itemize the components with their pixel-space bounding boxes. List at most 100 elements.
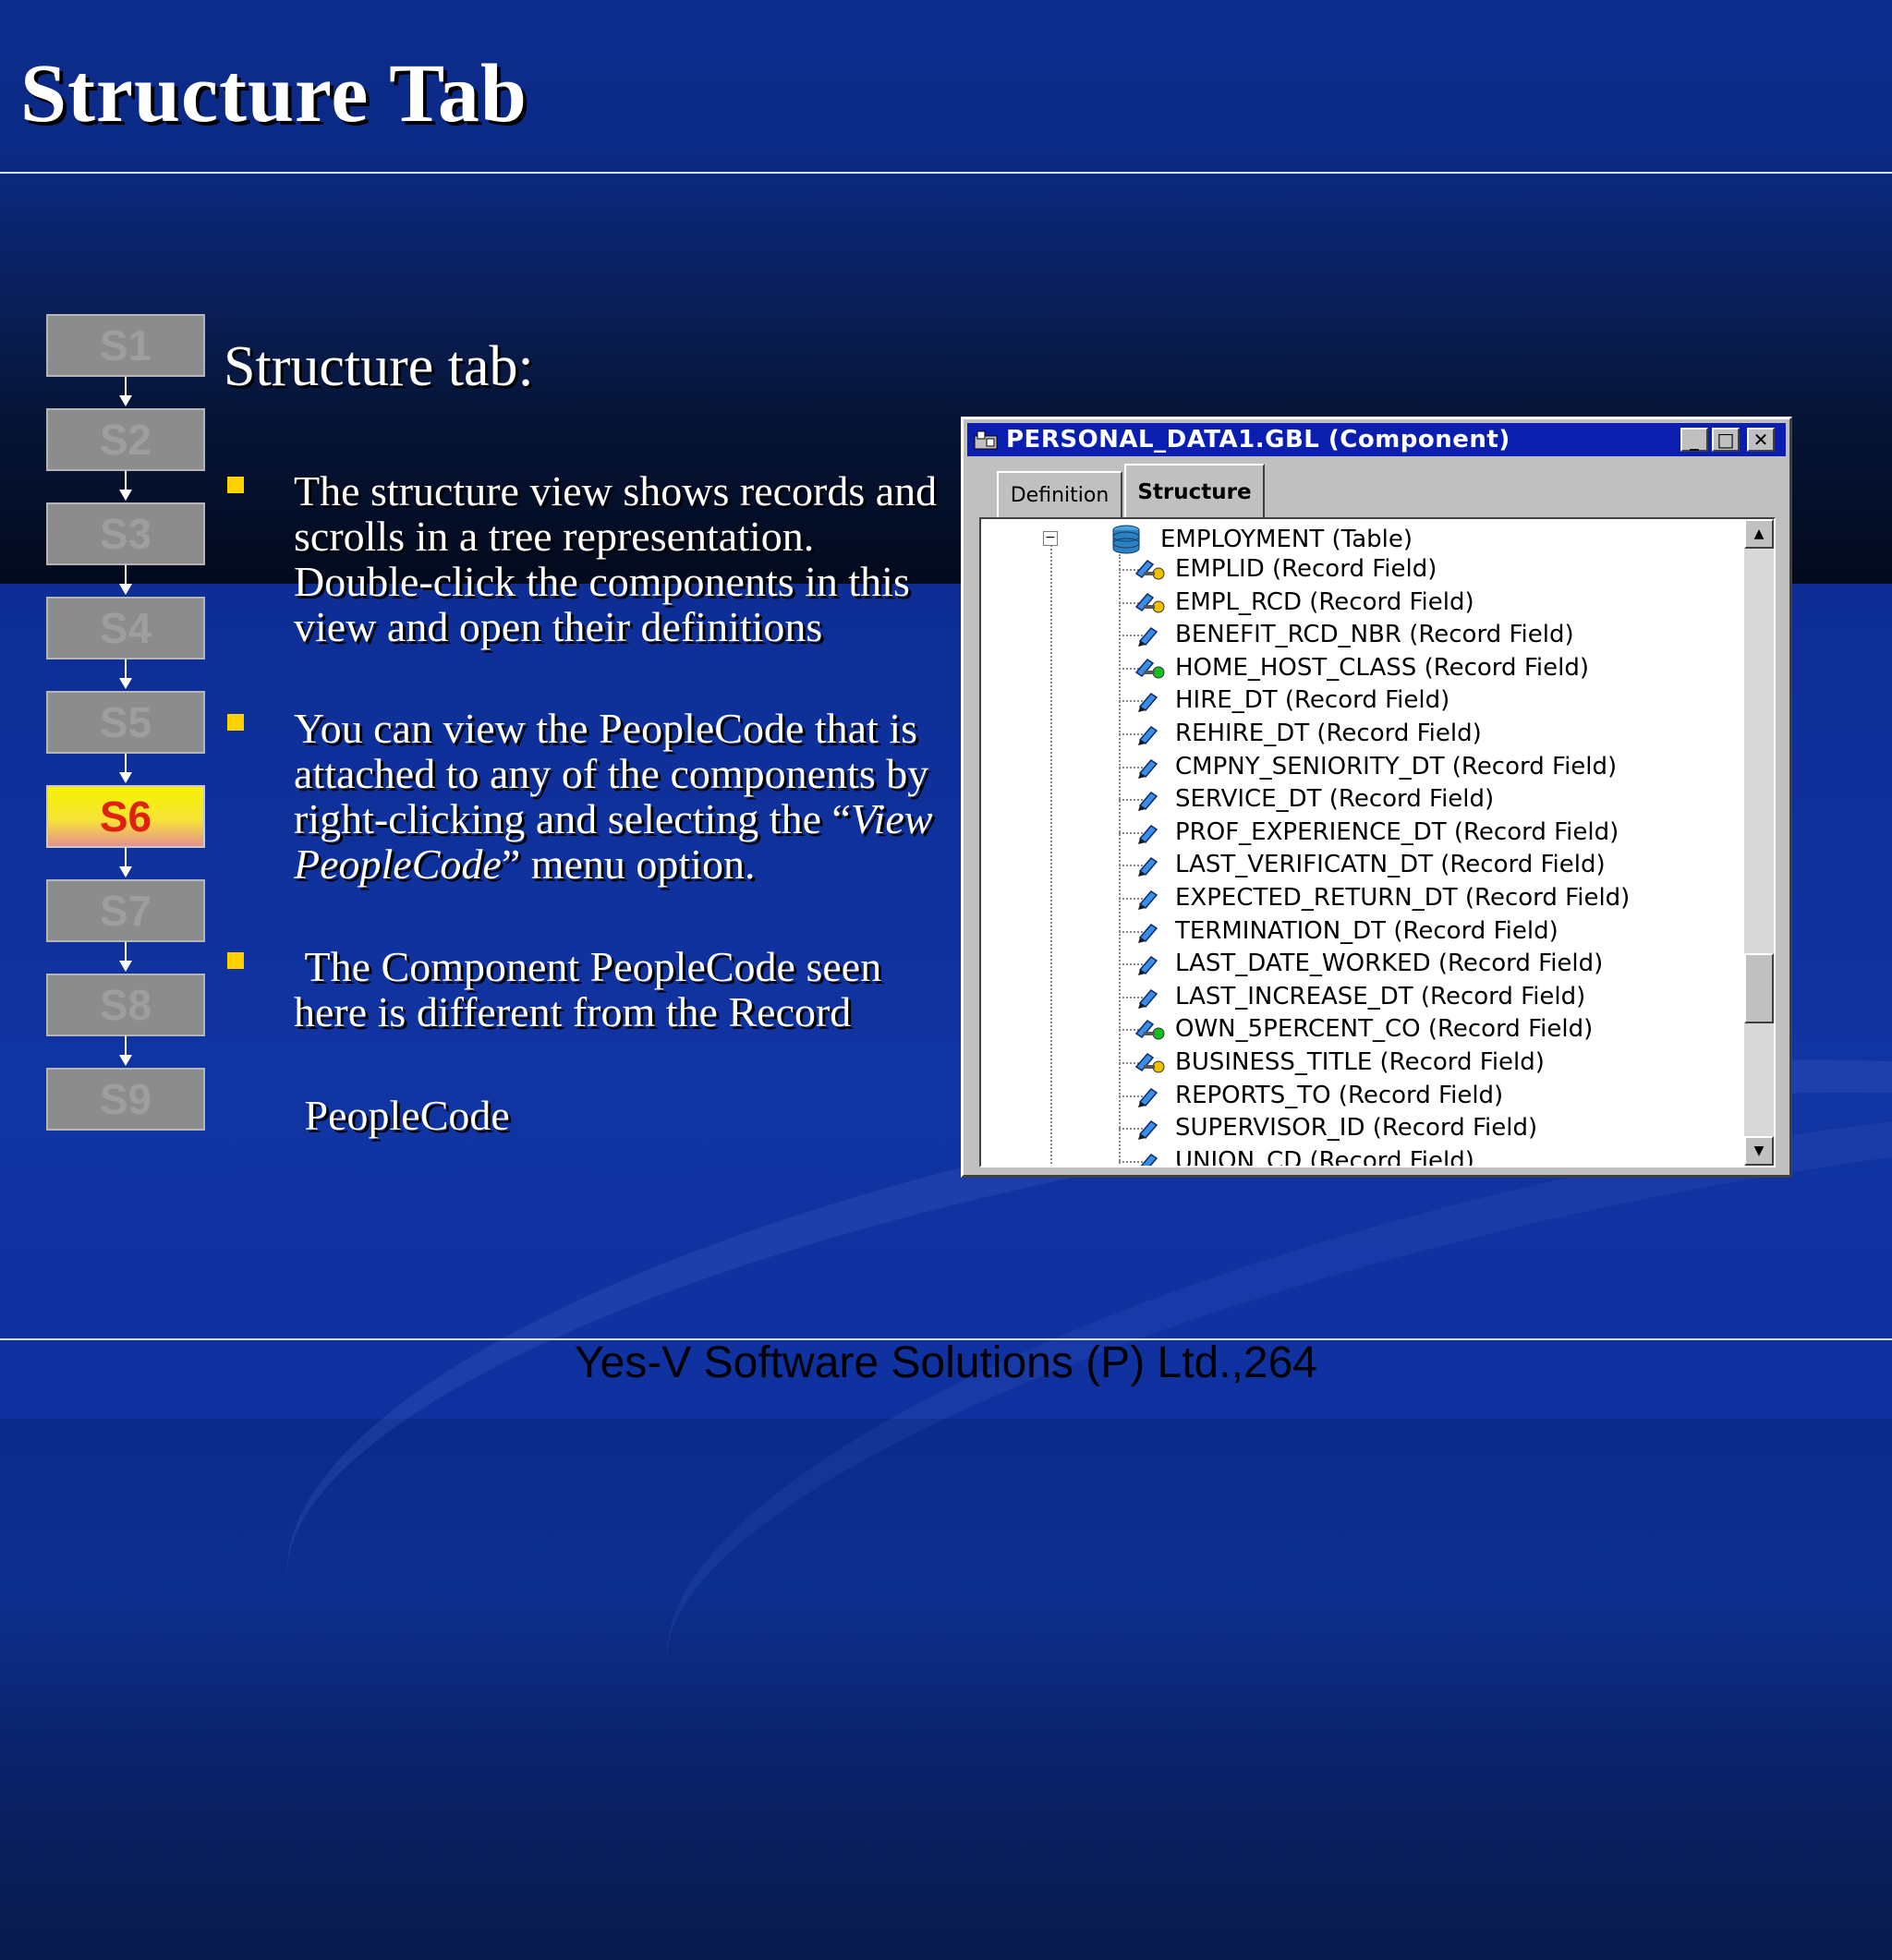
key-field-green-icon [1127,1015,1168,1043]
record-field-icon [1127,785,1168,813]
step-s9[interactable]: S9 [46,1068,205,1131]
tree-item-record-field[interactable]: REHIRE_DT (Record Field) [1138,718,1482,749]
tree-item-record-field[interactable]: HOME_HOST_CLASS (Record Field) [1134,652,1589,684]
slide-title: Structure Tab [20,48,528,139]
record-field-icon [1127,950,1168,977]
tree-item-label: LAST_VERIFICATN_DT (Record Field) [1175,851,1606,879]
tree-item-record-field[interactable]: HIRE_DT (Record Field) [1138,684,1449,716]
step-s6-active[interactable]: S6 [46,785,205,848]
step-arrow-icon [119,772,132,783]
tree-item-record-field[interactable]: OWN_5PERCENT_CO (Record Field) [1134,1013,1594,1045]
step-s5[interactable]: S5 [46,691,205,754]
key-field-icon [1127,1048,1168,1076]
tree-item-label: REPORTS_TO (Record Field) [1175,1081,1504,1109]
bullet-text-line: The Component PeopleCode seen here is di… [294,943,892,1035]
step-connector [125,377,127,397]
maximize-button[interactable]: □ [1712,428,1740,452]
tree-item-record-field[interactable]: BENEFIT_RCD_NBR (Record Field) [1138,619,1574,650]
tree-item-label: HOME_HOST_CLASS (Record Field) [1175,653,1589,682]
step-s2[interactable]: S2 [46,408,205,471]
record-field-icon [1127,720,1168,747]
bullet-marker [227,952,244,969]
scroll-down-button[interactable]: ▼ [1744,1136,1774,1166]
step-s7[interactable]: S7 [46,879,205,942]
step-connector [125,1036,127,1057]
step-s1[interactable]: S1 [46,314,205,377]
step-arrow-icon [119,866,132,877]
tree-item-record-field[interactable]: EXPECTED_RETURN_DT (Record Field) [1138,882,1630,913]
tree-item-record-field[interactable]: PROF_EXPERIENCE_DT (Record Field) [1138,817,1619,848]
record-field-icon [1127,884,1168,912]
step-s8[interactable]: S8 [46,974,205,1036]
step-connector [125,659,127,680]
step-s3[interactable]: S3 [46,502,205,565]
bullet-marker [227,477,244,493]
tree-guide-line [1050,545,1052,1164]
window-titlebar[interactable]: PERSONAL_DATA1.GBL (Component) _ □ ✕ [967,423,1786,456]
tree-item-record-field[interactable]: SUPERVISOR_ID (Record Field) [1138,1112,1538,1143]
key-field-icon [1127,555,1168,583]
tree-item-label: REHIRE_DT (Record Field) [1175,720,1482,747]
bullet-text-start: You can view the PeopleCode that is atta… [294,705,929,842]
tree-item-record-field[interactable]: EMPL_RCD (Record Field) [1134,587,1474,618]
step-arrow-icon [119,961,132,972]
component-icon [973,429,1001,451]
tree-item-label: SUPERVISOR_ID (Record Field) [1175,1114,1538,1143]
bullet-text-continuation: PeopleCode [294,1092,510,1139]
record-field-icon [1127,851,1168,878]
step-connector [125,471,127,491]
tree-item-record-field[interactable]: LAST_DATE_WORKED (Record Field) [1138,948,1604,979]
record-field-icon [1127,621,1168,648]
tree-root-employment[interactable]: EMPLOYMENT (Table) [1110,523,1413,556]
tree-item-label: LAST_INCREASE_DT (Record Field) [1175,982,1586,1010]
scroll-up-button[interactable]: ▲ [1744,519,1774,549]
database-icon [1112,525,1140,554]
tree-item-record-field[interactable]: LAST_VERIFICATN_DT (Record Field) [1138,849,1606,880]
tree-item-label: BENEFIT_RCD_NBR (Record Field) [1175,621,1574,649]
tree-item-label: OWN_5PERCENT_CO (Record Field) [1175,1015,1594,1044]
record-field-icon [1127,1114,1168,1142]
bullet-marker [227,714,244,731]
record-field-icon [1127,1147,1168,1166]
tree-item-record-field[interactable]: REPORTS_TO (Record Field) [1138,1080,1504,1111]
tree-item-record-field[interactable]: EMPLID (Record Field) [1134,553,1437,585]
bullet-text-end: ” menu option. [501,841,756,888]
tab-structure[interactable]: Structure [1124,464,1265,519]
tab-definition[interactable]: Definition [997,471,1122,517]
scroll-thumb[interactable] [1744,953,1774,1023]
collapse-toggle[interactable]: − [1043,531,1058,546]
tree-item-label: TERMINATION_DT (Record Field) [1175,916,1558,945]
title-divider [0,172,1892,174]
tree-item-record-field[interactable]: TERMINATION_DT (Record Field) [1138,915,1558,947]
close-button[interactable]: ✕ [1747,428,1775,452]
tree-item-label: UNION_CD (Record Field) [1175,1146,1474,1168]
tree-item-record-field[interactable]: CMPNY_SENIORITY_DT (Record Field) [1138,751,1618,782]
bullet-text: The Component PeopleCode seen here is di… [294,944,959,1034]
window-title: PERSONAL_DATA1.GBL (Component) [1006,426,1510,454]
tree-item-label: PROF_EXPERIENCE_DT (Record Field) [1175,817,1619,846]
tree-item-label: EMPL_RCD (Record Field) [1175,587,1474,616]
footer-text: Yes-V Software Solutions (P) Ltd.,264 [575,1338,1317,1387]
tree-item-label: BUSINESS_TITLE (Record Field) [1175,1048,1545,1076]
vertical-scrollbar[interactable]: ▲ ▼ [1744,519,1774,1166]
tree-item-label: LAST_DATE_WORKED (Record Field) [1175,950,1604,978]
record-field-icon [1127,818,1168,846]
component-window: PERSONAL_DATA1.GBL (Component) _ □ ✕ Def… [961,417,1792,1178]
step-arrow-icon [119,1055,132,1066]
structure-tree: − EMPLOYMENT (Table) EMPLID (Record Fiel… [979,517,1776,1168]
tree-item-label: EMPLID (Record Field) [1175,555,1437,583]
tree-item-record-field[interactable]: LAST_INCREASE_DT (Record Field) [1138,981,1586,1012]
tree-item-label: CMPNY_SENIORITY_DT (Record Field) [1175,752,1618,780]
tree-item-record-field[interactable]: SERVICE_DT (Record Field) [1138,783,1495,815]
tree-item-record-field[interactable]: UNION_CD (Record Field) [1140,1145,1474,1168]
step-s4[interactable]: S4 [46,597,205,659]
tree-root-label: EMPLOYMENT (Table) [1160,526,1413,553]
record-field-icon [1127,753,1168,780]
minimize-button[interactable]: _ [1680,428,1708,452]
tree-item-record-field[interactable]: BUSINESS_TITLE (Record Field) [1134,1047,1545,1078]
key-field-green-icon [1127,654,1168,682]
key-field-icon [1127,588,1168,616]
tree-item-label: SERVICE_DT (Record Field) [1175,785,1495,814]
record-field-icon [1127,686,1168,714]
step-arrow-icon [119,395,132,406]
